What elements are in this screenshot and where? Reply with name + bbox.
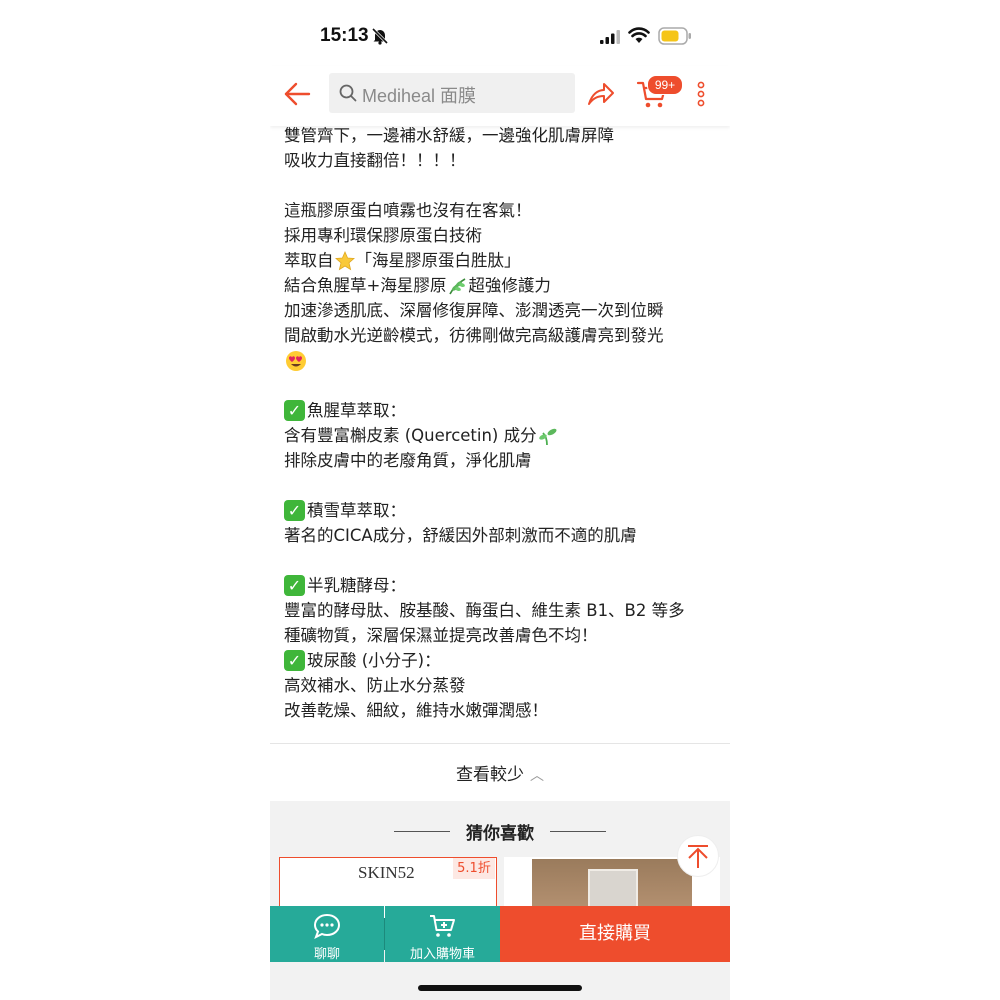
divider bbox=[270, 743, 730, 744]
home-indicator[interactable] bbox=[418, 985, 582, 991]
chevron-up-icon: ︿ bbox=[530, 768, 544, 784]
seedling-emoji bbox=[538, 428, 557, 445]
phone-screen: 15:13 Mediheal 面膜 99+ 雙管齊下，一邊補水舒緩，一邊強化肌膚… bbox=[270, 0, 730, 1000]
add-to-cart-button[interactable]: 加入購物車 bbox=[385, 906, 500, 962]
description-line: 萃取自 「海星膠原蛋白胜肽」 bbox=[284, 250, 521, 270]
description-line: 間啟動水光逆齡模式，彷彿剛做完高級護膚亮到發光 bbox=[284, 326, 664, 345]
description-line: 吸收力直接翻倍！！！！ bbox=[284, 151, 466, 170]
check-mark-icon: ✓ bbox=[284, 400, 305, 421]
top-nav-bar: Mediheal 面膜 99+ bbox=[270, 66, 730, 126]
add-to-cart-label: 加入購物車 bbox=[409, 947, 475, 962]
more-vertical-icon[interactable] bbox=[696, 80, 706, 108]
bell-slash-icon bbox=[371, 27, 389, 45]
description-line: ✓ 半乳糖酵母： bbox=[284, 573, 724, 598]
description-line: 這瓶膠原蛋白噴霧也沒有在客氣！ bbox=[284, 201, 532, 220]
description-line: ✓ 玻尿酸 (小分子)： bbox=[284, 648, 724, 673]
description-line: 採用專利環保膠原蛋白技術 bbox=[284, 226, 482, 245]
search-placeholder: Mediheal 面膜 bbox=[362, 86, 477, 106]
description-line: 加速滲透肌底、深層修復屏障、澎潤透亮一次到位瞬 bbox=[284, 301, 664, 320]
description-line bbox=[284, 348, 724, 373]
back-to-top-icon bbox=[688, 845, 708, 868]
cart-count-badge: 99+ bbox=[647, 75, 683, 95]
description-line: 種礦物質，深層保濕並提亮改善膚色不均！ bbox=[284, 626, 598, 645]
description-line: 雙管齊下，一邊補水舒緩，一邊強化肌膚屏障 bbox=[284, 126, 614, 145]
product-brand: SKIN52 bbox=[358, 863, 415, 882]
chat-button[interactable]: 聊聊 bbox=[270, 906, 384, 962]
cart-button[interactable]: 99+ bbox=[636, 75, 683, 112]
recommend-title: 猜你喜歡 bbox=[466, 824, 534, 844]
check-mark-icon: ✓ bbox=[284, 500, 305, 521]
status-time: 15:13 bbox=[320, 25, 369, 46]
add-to-cart-icon bbox=[430, 915, 455, 937]
share-icon[interactable] bbox=[586, 80, 616, 108]
signal-icon bbox=[600, 30, 620, 44]
back-arrow-icon[interactable] bbox=[282, 79, 312, 109]
check-mark-icon: ✓ bbox=[284, 650, 305, 671]
title-line-right bbox=[550, 831, 606, 832]
chat-icon bbox=[313, 913, 341, 939]
discount-badge: 5.1折 bbox=[453, 858, 495, 879]
description-line: 著名的CICA成分，舒緩因外部刺激而不適的肌膚 bbox=[284, 526, 637, 545]
description-line: 改善乾燥、細紋，維持水嫩彈潤感！ bbox=[284, 701, 548, 720]
back-to-top-button[interactable] bbox=[677, 835, 719, 877]
description-line: 結合魚腥草+海星膠原 超強修護力 bbox=[284, 276, 551, 295]
wifi-icon bbox=[628, 27, 650, 43]
see-less-button[interactable]: 查看較少 ︿ bbox=[270, 760, 730, 785]
description-line: ✓ 積雪草萃取： bbox=[284, 498, 724, 523]
product-description: 雙管齊下，一邊補水舒緩，一邊強化肌膚屏障 吸收力直接翻倍！！！！ 這瓶膠原蛋白噴霧也… bbox=[284, 123, 724, 723]
battery-icon bbox=[658, 27, 691, 45]
chat-label: 聊聊 bbox=[313, 947, 340, 962]
see-less-label: 查看較少 bbox=[456, 765, 524, 785]
description-line: 含有豐富槲皮素 (Quercetin) 成分 bbox=[284, 423, 724, 448]
buy-now-button[interactable]: 直接購買 bbox=[500, 906, 730, 962]
star-emoji bbox=[334, 250, 355, 270]
bottom-action-bar: 聊聊 加入購物車 直接購買 bbox=[270, 906, 730, 962]
search-icon bbox=[339, 84, 357, 102]
description-line: 排除皮膚中的老廢角質，淨化肌膚 bbox=[284, 451, 532, 470]
recommend-section: 猜你喜歡 SKIN52 5.1折 bbox=[270, 801, 730, 1000]
description-line: 高效補水、防止水分蒸發 bbox=[284, 676, 466, 695]
check-mark-icon: ✓ bbox=[284, 575, 305, 596]
description-line: ✓ 魚腥草萃取： bbox=[284, 398, 724, 423]
herb-emoji bbox=[449, 277, 466, 294]
description-line: 豐富的酵母肽、胺基酸、酶蛋白、維生素 B1、B2 等多 bbox=[284, 601, 685, 620]
heart-eyes-emoji bbox=[286, 350, 306, 371]
search-input[interactable]: Mediheal 面膜 bbox=[329, 73, 575, 113]
